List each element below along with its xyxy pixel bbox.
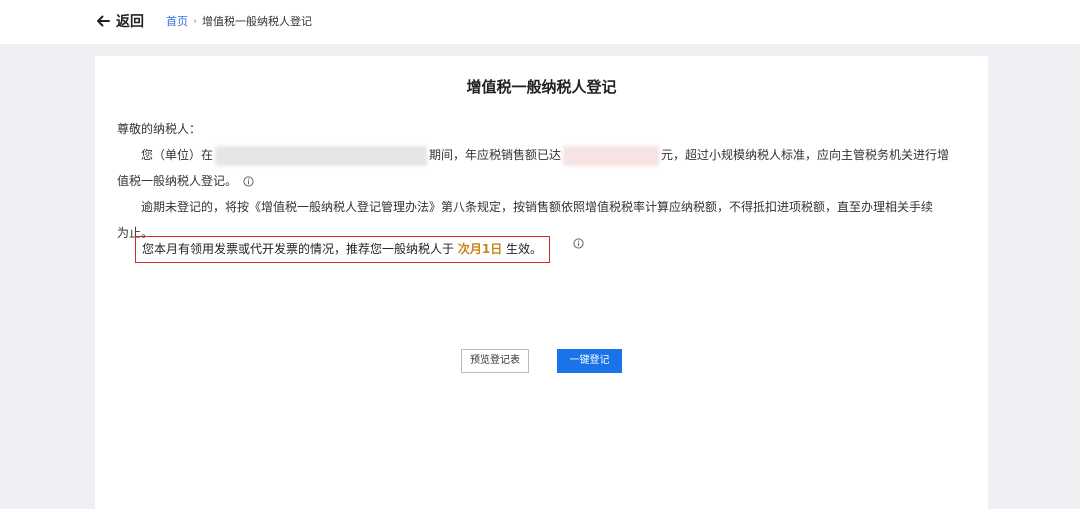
effective-date-highlight: 您本月有领用发票或代开发票的情况，推荐您一般纳税人于 次月1日 生效。	[135, 236, 550, 263]
notice-body: 尊敬的纳税人： 您（单位）在 期间，年应税销售额已达 元，超过小规模纳税人标准，应向…	[117, 116, 967, 246]
effective-date: 次月1日	[457, 242, 503, 256]
arrow-left-icon	[97, 15, 110, 27]
redacted-period	[215, 145, 428, 166]
one-click-register-button[interactable]: 一键登记	[557, 349, 622, 373]
top-bar: 返回 首页 › 增值税一般纳税人登记	[0, 0, 1080, 44]
info-circle-icon[interactable]	[573, 238, 584, 249]
highlight-suffix: 生效。	[506, 242, 543, 256]
breadcrumb: 首页 › 增值税一般纳税人登记	[166, 13, 312, 29]
redacted-amount	[563, 145, 660, 166]
p1-mid: 期间，年应税销售额已达	[429, 148, 562, 162]
preview-form-button[interactable]: 预览登记表	[461, 349, 529, 373]
page-title: 增值税一般纳税人登记	[466, 78, 617, 96]
paragraph-1: 您（单位）在 期间，年应税销售额已达 元，超过小规模纳税人标准，应向主管税务机关进行…	[117, 142, 967, 168]
breadcrumb-current: 增值税一般纳税人登记	[202, 15, 312, 28]
p1-end: 元，超过小规模纳税人标准，应向主管税务机关进行增	[661, 148, 950, 162]
paragraph-1-cont: 值税一般纳税人登记。	[117, 168, 967, 194]
p1-start: 您（单位）在	[141, 148, 214, 162]
breadcrumb-home[interactable]: 首页	[166, 13, 188, 29]
back-button[interactable]: 返回	[96, 11, 144, 31]
greeting: 尊敬的纳税人：	[117, 122, 202, 136]
highlight-prefix: 您本月有领用发票或代开发票的情况，推荐您一般纳税人于	[142, 242, 455, 256]
paragraph-2: 逾期未登记的，将按《增值税一般纳税人登记管理办法》第八条规定，按销售额依照增值税…	[141, 200, 934, 214]
notice-card: 增值税一般纳税人登记 尊敬的纳税人： 您（单位）在 期间，年应税销售额已达 元，超过…	[95, 56, 988, 509]
back-label: 返回	[116, 14, 144, 30]
breadcrumb-separator: ›	[193, 15, 197, 27]
p1-cont: 值税一般纳税人登记。	[117, 174, 238, 188]
info-circle-icon[interactable]	[243, 176, 254, 187]
